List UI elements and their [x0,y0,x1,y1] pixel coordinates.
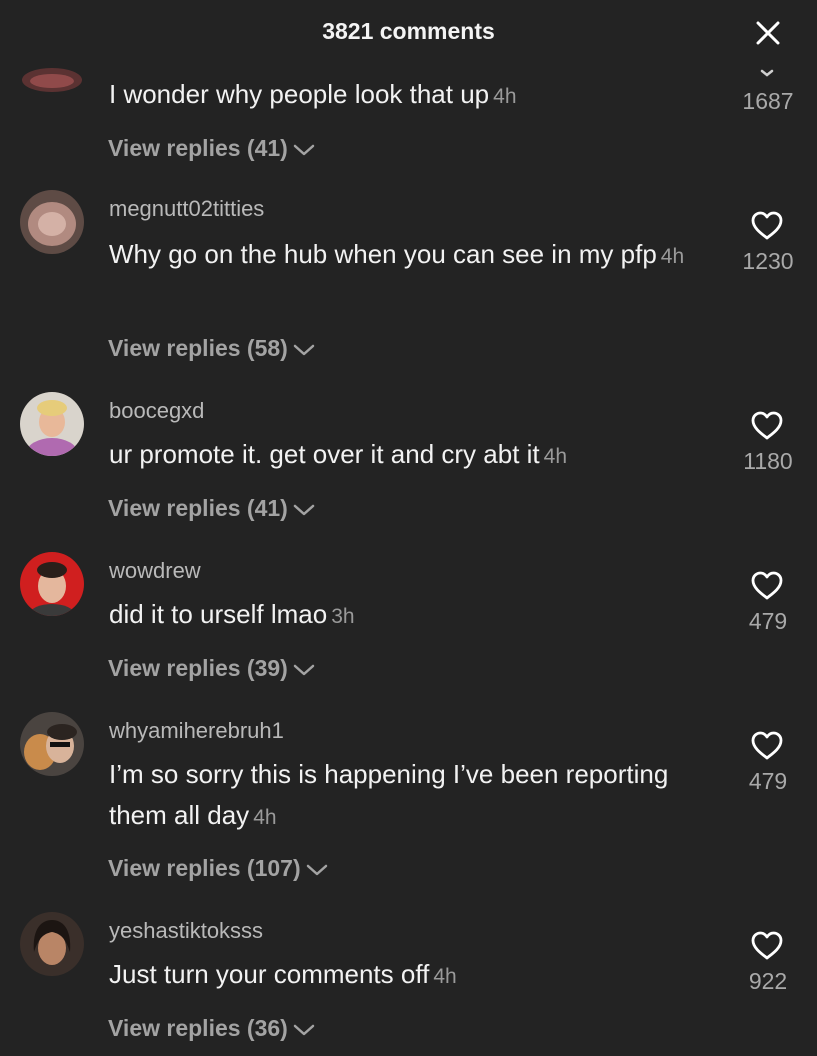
like-count: 922 [748,968,788,994]
chevron-down-icon [293,1024,315,1036]
chevron-down-icon [293,144,315,156]
view-replies-button[interactable]: View replies (39) [108,655,316,682]
comment-time: 4h [253,806,277,829]
comment-item: megnutt02titties Why go on the hub when … [0,190,817,370]
chevron-down-icon [306,864,327,876]
comment-text: ur promote it. get over it and cry abt i… [109,439,567,469]
comment-item: boocegxd ur promote it. get over it and … [0,392,817,532]
comment-username[interactable]: wowdrew [109,558,201,584]
view-replies-button[interactable]: View replies (41) [108,135,316,162]
comment-item: yeshastiktoksss Just turn your comments … [0,912,817,1056]
comment-username[interactable]: yeshastiktoksss [109,918,263,944]
view-replies-button[interactable]: View replies (36) [108,1015,316,1042]
avatar[interactable] [20,54,84,96]
comment-username[interactable]: boocegxd [109,398,204,424]
avatar[interactable] [20,912,84,976]
chevron-down-icon [293,664,315,676]
like-count: 1180 [743,448,793,474]
comment-time: 4h [543,445,567,468]
comment-time: 3h [331,605,355,628]
comment-time: 4h [493,85,517,108]
heart-outline-icon[interactable] [750,570,784,602]
chevron-down-icon [293,504,315,516]
chevron-down-icon [293,344,315,356]
comments-sheet: 3821 comments I wonder why people look t… [0,0,817,1056]
view-replies-button[interactable]: View replies (58) [108,335,316,362]
heart-outline-icon[interactable] [750,730,784,762]
heart-outline-icon[interactable] [750,210,784,242]
avatar[interactable] [20,190,84,254]
heart-outline-icon[interactable] [750,930,784,962]
comment-item: wowdrew did it to urself lmao 3h 479 View… [0,552,817,692]
chevron-down-icon[interactable] [759,68,775,78]
comment-text: I’m so sorry this is happening I’ve been… [109,759,669,830]
comment-text: Just turn your comments off 4h [109,959,457,989]
comment-text: Why go on the hub when you can see in my… [109,239,685,269]
comment-time: 4h [433,965,457,988]
comment-text: did it to urself lmao 3h [109,599,355,629]
comment-username[interactable]: megnutt02titties [109,196,264,222]
like-count: 1230 [742,248,794,274]
view-replies-button[interactable]: View replies (107) [108,855,329,882]
view-replies-button[interactable]: View replies (41) [108,495,316,522]
heart-outline-icon[interactable] [750,410,784,442]
like-count: 479 [748,768,788,794]
comment-username[interactable]: whyamiherebruh1 [109,718,284,744]
avatar[interactable] [20,712,84,776]
like-count: 479 [748,608,788,634]
avatar[interactable] [20,552,84,616]
comment-text: I wonder why people look that up 4h [109,79,517,109]
comment-item: I wonder why people look that up 4h 1687 … [0,0,817,180]
comment-item: whyamiherebruh1 I’m so sorry this is hap… [0,712,817,892]
like-count: 1687 [742,88,794,114]
comment-time: 4h [660,245,685,268]
avatar[interactable] [20,392,84,456]
